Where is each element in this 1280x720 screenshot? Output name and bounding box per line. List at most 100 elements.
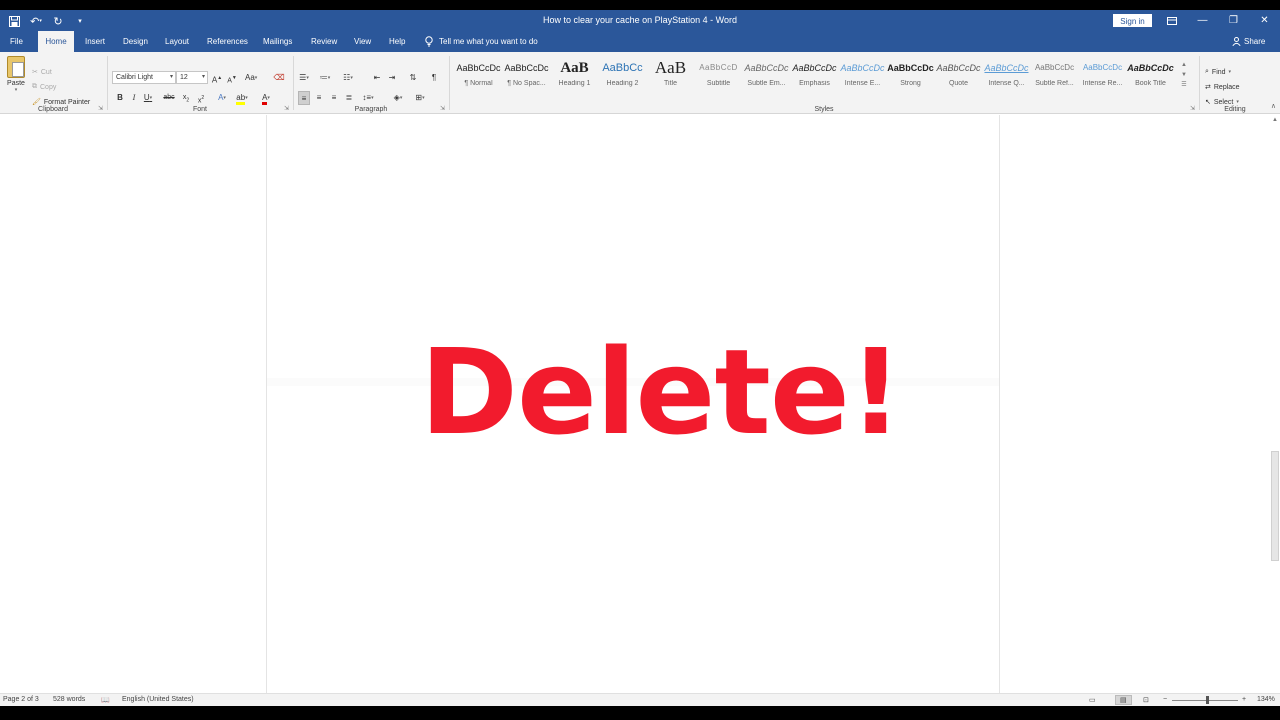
- more-styles-icon[interactable]: ☰: [1178, 80, 1190, 90]
- replace-button[interactable]: ⇄ Replace: [1205, 83, 1240, 92]
- highlight-color-icon[interactable]: ab▾: [236, 91, 248, 106]
- font-name-field[interactable]: Calibri Light ▾: [112, 71, 176, 84]
- close-icon[interactable]: ✕: [1249, 10, 1280, 31]
- collapse-ribbon-icon[interactable]: ∧: [1271, 102, 1276, 110]
- style-subtle-emphasis[interactable]: AaBbCcDc Subtle Em...: [743, 56, 790, 100]
- style-subtitle[interactable]: AaBbCcD Subtitle: [695, 56, 742, 100]
- clear-formatting-icon[interactable]: ⌫: [273, 71, 285, 85]
- multilevel-list-icon[interactable]: ☷▾: [342, 71, 354, 85]
- tab-insert[interactable]: Insert: [79, 31, 111, 52]
- font-name-dropdown-icon[interactable]: ▾: [170, 72, 173, 83]
- font-size-dropdown-icon[interactable]: ▾: [202, 72, 205, 83]
- grow-font-icon[interactable]: A▲: [211, 71, 223, 85]
- print-layout-icon[interactable]: ▤: [1115, 695, 1132, 705]
- tab-view[interactable]: View: [348, 31, 377, 52]
- zoom-in-icon[interactable]: +: [1242, 696, 1246, 703]
- decrease-indent-icon[interactable]: ⇤: [371, 71, 383, 85]
- read-mode-icon[interactable]: ▭: [1089, 696, 1096, 704]
- increase-indent-icon[interactable]: ⇥: [386, 71, 398, 85]
- word-count[interactable]: 528 words: [53, 696, 85, 703]
- bold-icon[interactable]: B: [114, 91, 126, 105]
- tab-file[interactable]: File: [4, 31, 29, 52]
- styles-launcher-icon[interactable]: ⇲: [1190, 105, 1195, 112]
- scissors-icon: ✂: [32, 69, 38, 76]
- style-strong[interactable]: AaBbCcDc Strong: [887, 56, 934, 100]
- line-spacing-icon[interactable]: ↕≡▾: [362, 91, 374, 105]
- clipboard-icon: [7, 56, 25, 78]
- chevron-down-icon[interactable]: ▼: [1178, 70, 1190, 80]
- align-left-icon[interactable]: ≡: [298, 91, 310, 105]
- style-quote[interactable]: AaBbCcDc Quote: [935, 56, 982, 100]
- font-color-icon[interactable]: A▾: [260, 91, 272, 106]
- page-count[interactable]: Page 2 of 3: [3, 696, 39, 703]
- style-preview: AaB: [560, 60, 589, 76]
- tab-home[interactable]: Home: [38, 31, 74, 52]
- justify-icon[interactable]: ≣: [343, 91, 355, 105]
- align-right-icon[interactable]: ≡: [328, 91, 340, 105]
- borders-icon[interactable]: ⊞▾: [414, 91, 426, 105]
- bullets-icon[interactable]: ☰▾: [298, 71, 310, 85]
- shrink-font-icon[interactable]: A▼: [226, 71, 238, 85]
- zoom-level[interactable]: 134%: [1257, 696, 1275, 703]
- style-preview: AaBbCcDc: [1127, 63, 1174, 73]
- web-layout-icon[interactable]: ⊡: [1143, 696, 1149, 704]
- style-intense-reference[interactable]: AaBbCcDc Intense Re...: [1079, 56, 1126, 100]
- zoom-slider-thumb[interactable]: [1206, 696, 1210, 704]
- shading-icon[interactable]: ◈▾: [392, 91, 404, 105]
- tab-review[interactable]: Review: [305, 31, 343, 52]
- font-launcher-icon[interactable]: ⇲: [284, 105, 289, 112]
- style-intense-emphasis[interactable]: AaBbCcDc Intense E...: [839, 56, 886, 100]
- style-book-title[interactable]: AaBbCcDc Book Title: [1127, 56, 1174, 100]
- tab-layout[interactable]: Layout: [159, 31, 195, 52]
- tab-mailings[interactable]: Mailings: [257, 31, 298, 52]
- subscript-icon[interactable]: x2: [180, 91, 192, 105]
- proofing-icon[interactable]: 📖: [101, 696, 110, 704]
- tab-help[interactable]: Help: [383, 31, 411, 52]
- format-painter-button[interactable]: 🖌 Format Painter: [32, 98, 90, 107]
- superscript-icon[interactable]: x2: [195, 91, 207, 105]
- language[interactable]: English (United States): [122, 696, 194, 703]
- strikethrough-icon[interactable]: abc: [163, 91, 175, 105]
- sign-in-button[interactable]: Sign in: [1113, 14, 1152, 27]
- show-formatting-marks-icon[interactable]: ¶: [428, 71, 440, 85]
- find-button[interactable]: ⌕ Find ▾: [1205, 68, 1231, 76]
- cut-button[interactable]: ✂ Cut: [32, 68, 52, 77]
- vertical-scrollbar[interactable]: ▲: [1270, 115, 1280, 693]
- clipboard-launcher-icon[interactable]: ⇲: [98, 105, 103, 112]
- paste-button[interactable]: Paste ▾: [4, 56, 28, 93]
- scroll-up-icon[interactable]: ▲: [1271, 117, 1279, 123]
- style-emphasis[interactable]: AaBbCcDc Emphasis: [791, 56, 838, 100]
- tell-me-search[interactable]: Tell me what you want to do: [425, 31, 538, 52]
- change-case-icon[interactable]: Aa▾: [245, 71, 257, 85]
- align-center-icon[interactable]: ≡: [313, 91, 325, 105]
- style-no-spacing[interactable]: AaBbCcDc ¶ No Spac...: [503, 56, 550, 100]
- style-heading-1[interactable]: AaB Heading 1: [551, 56, 598, 100]
- select-button[interactable]: ↖ Select ▾: [1205, 98, 1239, 107]
- zoom-slider[interactable]: [1172, 700, 1238, 701]
- underline-icon[interactable]: U▾: [142, 91, 154, 105]
- style-name: Strong: [900, 80, 921, 87]
- numbering-icon[interactable]: ≔▾: [319, 71, 331, 85]
- ribbon-display-options-icon[interactable]: [1156, 10, 1187, 31]
- text-effects-icon[interactable]: A▾: [216, 91, 228, 105]
- style-subtle-reference[interactable]: AaBbCcDc Subtle Ref...: [1031, 56, 1078, 100]
- scrollbar-thumb[interactable]: [1271, 451, 1279, 561]
- share-button[interactable]: Share: [1232, 31, 1265, 52]
- italic-icon[interactable]: I: [128, 91, 140, 105]
- minimize-icon[interactable]: —: [1187, 10, 1218, 31]
- chevron-up-icon[interactable]: ▲: [1178, 60, 1190, 70]
- tab-design[interactable]: Design: [117, 31, 154, 52]
- style-heading-2[interactable]: AaBbCc Heading 2: [599, 56, 646, 100]
- zoom-out-icon[interactable]: −: [1163, 696, 1167, 703]
- tab-references[interactable]: References: [201, 31, 254, 52]
- copy-button[interactable]: ⧉ Copy: [32, 83, 56, 91]
- restore-icon[interactable]: ❐: [1218, 10, 1249, 31]
- style-title[interactable]: AaB Title: [647, 56, 694, 100]
- document-area[interactable]: Delete! ▲: [0, 115, 1280, 693]
- paragraph-launcher-icon[interactable]: ⇲: [440, 105, 445, 112]
- font-size-field[interactable]: 12 ▾: [176, 71, 208, 84]
- sort-icon[interactable]: ⇅: [407, 71, 419, 85]
- style-intense-quote[interactable]: AaBbCcDc Intense Q...: [983, 56, 1030, 100]
- document-text[interactable]: Delete!: [420, 327, 903, 457]
- style-normal[interactable]: AaBbCcDc ¶ Normal: [455, 56, 502, 100]
